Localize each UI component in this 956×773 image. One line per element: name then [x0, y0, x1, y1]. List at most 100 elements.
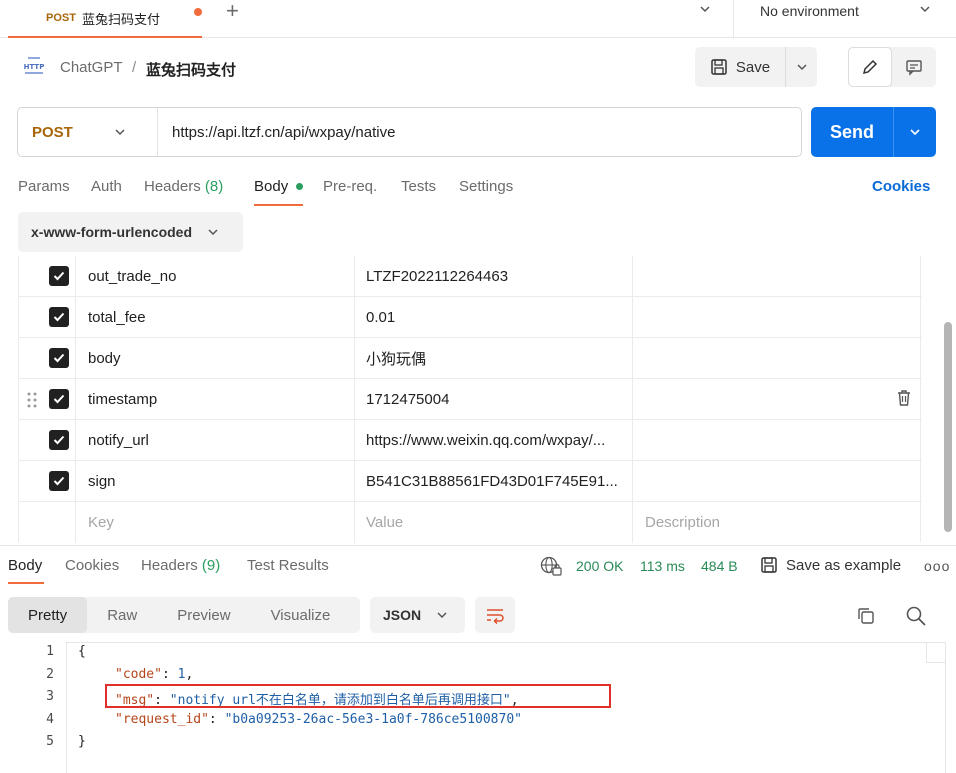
format-value: JSON: [383, 607, 422, 623]
view-visualize[interactable]: Visualize: [251, 597, 351, 633]
send-button[interactable]: Send: [811, 107, 894, 157]
environment-selector[interactable]: No environment: [760, 3, 859, 19]
response-tab-test-results[interactable]: Test Results: [247, 557, 329, 574]
line-number: 3: [46, 689, 54, 704]
param-key[interactable]: total_fee: [88, 297, 146, 338]
encoding-chevron-down-icon: [208, 229, 218, 236]
line-number: 2: [46, 667, 54, 682]
request-tab[interactable]: POST 蓝兔扫码支付: [8, 0, 202, 38]
view-raw[interactable]: Raw: [87, 597, 157, 633]
response-tab-body[interactable]: Body: [8, 557, 42, 574]
response-tab-cookies[interactable]: Cookies: [65, 557, 119, 574]
format-select[interactable]: JSON: [370, 597, 465, 633]
environment-chevron-down-icon[interactable]: [918, 2, 932, 19]
tab-name: 蓝兔扫码支付: [81, 11, 160, 27]
param-key[interactable]: out_trade_no: [88, 256, 176, 297]
env-divider: [733, 0, 734, 38]
row-checkbox[interactable]: [49, 266, 69, 286]
description-placeholder[interactable]: Description: [645, 502, 720, 543]
tabs-chevron-down-icon[interactable]: [698, 2, 712, 19]
tab-prerequest[interactable]: Pre-req.: [323, 178, 377, 195]
line-number: 1: [46, 644, 54, 659]
format-chevron-down-icon: [437, 612, 447, 619]
url-input[interactable]: https://api.ltzf.cn/api/wxpay/native: [158, 124, 395, 141]
table-row: out_trade_no LTZF2022112264463: [19, 256, 922, 297]
key-placeholder[interactable]: Key: [88, 502, 114, 543]
table-row: timestamp 1712475004: [19, 379, 922, 420]
param-key[interactable]: sign: [88, 461, 116, 502]
response-time[interactable]: 113 ms: [640, 558, 685, 574]
drag-handle-icon[interactable]: [27, 391, 37, 409]
view-pretty[interactable]: Pretty: [8, 597, 88, 633]
row-checkbox[interactable]: [49, 430, 69, 450]
param-key[interactable]: timestamp: [88, 379, 157, 420]
json-key: "request_id": [115, 712, 209, 727]
param-value[interactable]: 小狗玩偶: [366, 338, 426, 379]
save-options-chevron-icon[interactable]: [786, 47, 817, 87]
body-encoding-select[interactable]: x-www-form-urlencoded: [18, 212, 243, 252]
response-size[interactable]: 484 B: [701, 558, 738, 574]
code-line: {: [78, 644, 86, 659]
trash-icon[interactable]: [896, 389, 912, 410]
edit-pencil-icon[interactable]: [848, 47, 892, 87]
table-row: body 小狗玩偶: [19, 338, 922, 379]
wrap-lines-icon[interactable]: [475, 597, 515, 633]
save-group: Save: [695, 47, 817, 87]
row-checkbox[interactable]: [49, 307, 69, 327]
param-value[interactable]: 0.01: [366, 297, 395, 338]
send-options-chevron-icon[interactable]: [894, 107, 936, 157]
url-bar: POST https://api.ltzf.cn/api/wxpay/nativ…: [17, 107, 802, 157]
response-divider: [0, 545, 956, 546]
param-key[interactable]: notify_url: [88, 420, 149, 461]
breadcrumb-current[interactable]: 蓝兔扫码支付: [146, 59, 236, 80]
search-icon[interactable]: [905, 605, 927, 630]
code-line: "code": 1,: [115, 667, 194, 682]
param-value[interactable]: https://www.weixin.qq.com/wxpay/...: [366, 420, 605, 461]
param-value[interactable]: 1712475004: [366, 379, 449, 420]
tab-headers[interactable]: Headers (8): [144, 178, 223, 195]
tab-settings[interactable]: Settings: [459, 178, 513, 195]
tab-params[interactable]: Params: [18, 178, 70, 195]
globe-icon[interactable]: [540, 556, 562, 579]
breadcrumb-separator: /: [132, 59, 137, 76]
copy-icon[interactable]: [856, 606, 876, 629]
params-scrollbar[interactable]: [944, 322, 952, 532]
save-as-example-button[interactable]: Save as example: [760, 556, 901, 574]
send-group: Send: [811, 107, 936, 157]
table-row: notify_url https://www.weixin.qq.com/wxp…: [19, 420, 922, 461]
tab-auth[interactable]: Auth: [91, 178, 122, 195]
view-mode-group: [848, 47, 936, 87]
breadcrumb-parent[interactable]: ChatGPT: [60, 59, 123, 76]
more-options-icon[interactable]: ooo: [924, 558, 950, 574]
value-placeholder[interactable]: Value: [366, 502, 403, 543]
http-icon: HTTP: [22, 56, 46, 78]
highlight-box: [105, 684, 611, 708]
row-checkbox[interactable]: [49, 471, 69, 491]
save-example-label: Save as example: [786, 556, 902, 574]
status-code[interactable]: 200 OK: [576, 558, 623, 574]
method-select[interactable]: POST: [18, 108, 158, 156]
new-tab-plus-icon[interactable]: +: [226, 0, 239, 24]
code-line: "request_id": "b0a09253-26ac-56e3-1a0f-7…: [115, 712, 522, 727]
tab-tests[interactable]: Tests: [401, 178, 436, 195]
param-key[interactable]: body: [88, 338, 121, 379]
view-mode-tabs: Pretty Raw Preview Visualize: [8, 597, 360, 633]
line-number: 4: [46, 712, 54, 727]
row-checkbox[interactable]: [49, 348, 69, 368]
comment-icon[interactable]: [892, 47, 936, 87]
json-value: "b0a09253-26ac-56e3-1a0f-786ce5100870": [224, 712, 522, 727]
floppy-icon: [761, 557, 777, 573]
body-status-dot: [296, 183, 303, 190]
param-value[interactable]: LTZF2022112264463: [366, 256, 508, 297]
view-preview[interactable]: Preview: [157, 597, 250, 633]
response-tab-headers[interactable]: Headers (9): [141, 557, 220, 574]
tab-body[interactable]: Body: [254, 178, 288, 195]
encoding-value: x-www-form-urlencoded: [31, 224, 193, 240]
cookies-link[interactable]: Cookies: [872, 178, 930, 195]
table-row: total_fee 0.01: [19, 297, 922, 338]
row-checkbox[interactable]: [49, 389, 69, 409]
code-gutter-right: [926, 642, 946, 663]
save-button[interactable]: Save: [695, 47, 786, 87]
response-tab-underline: [8, 582, 44, 584]
param-value[interactable]: B541C31B88561FD43D01F745E91...: [366, 461, 618, 502]
